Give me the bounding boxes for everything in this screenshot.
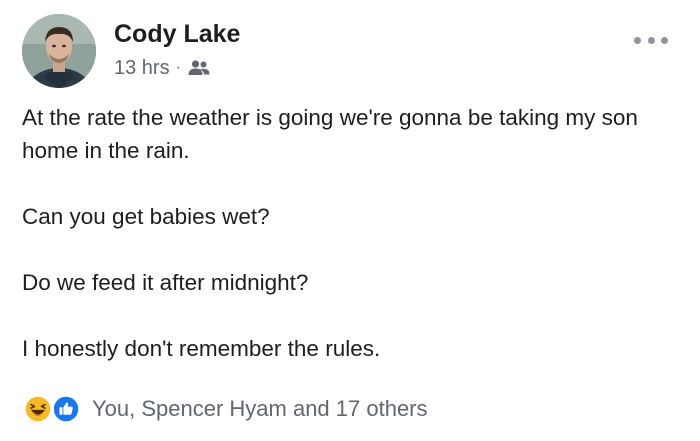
post-header: Cody Lake 13 hrs ·: [22, 14, 682, 90]
friends-icon[interactable]: [188, 59, 210, 77]
facebook-post: Cody Lake 13 hrs · At the rate the weath…: [0, 0, 700, 441]
reaction-summary-text[interactable]: You, Spencer Hyam and 17 others: [92, 396, 428, 422]
post-paragraph: Do we feed it after midnight?: [22, 270, 309, 295]
post-timestamp[interactable]: 13 hrs: [114, 57, 170, 80]
more-options-icon[interactable]: [634, 32, 668, 48]
reactions-summary[interactable]: You, Spencer Hyam and 17 others: [22, 392, 428, 426]
post-paragraph: I honestly don't remember the rules.: [22, 336, 381, 361]
post-paragraph: At the rate the weather is going we're g…: [22, 105, 638, 163]
post-body: At the rate the weather is going we're g…: [22, 101, 682, 398]
meta-separator: ·: [175, 59, 181, 76]
haha-icon: [22, 393, 54, 425]
post-paragraph: Can you get babies wet?: [22, 204, 270, 229]
reaction-icons: [22, 393, 84, 425]
like-icon: [50, 393, 82, 425]
post-meta: 13 hrs ·: [114, 56, 210, 80]
profile-photo: [22, 14, 96, 88]
avatar[interactable]: [22, 14, 96, 88]
author-name[interactable]: Cody Lake: [114, 20, 240, 49]
